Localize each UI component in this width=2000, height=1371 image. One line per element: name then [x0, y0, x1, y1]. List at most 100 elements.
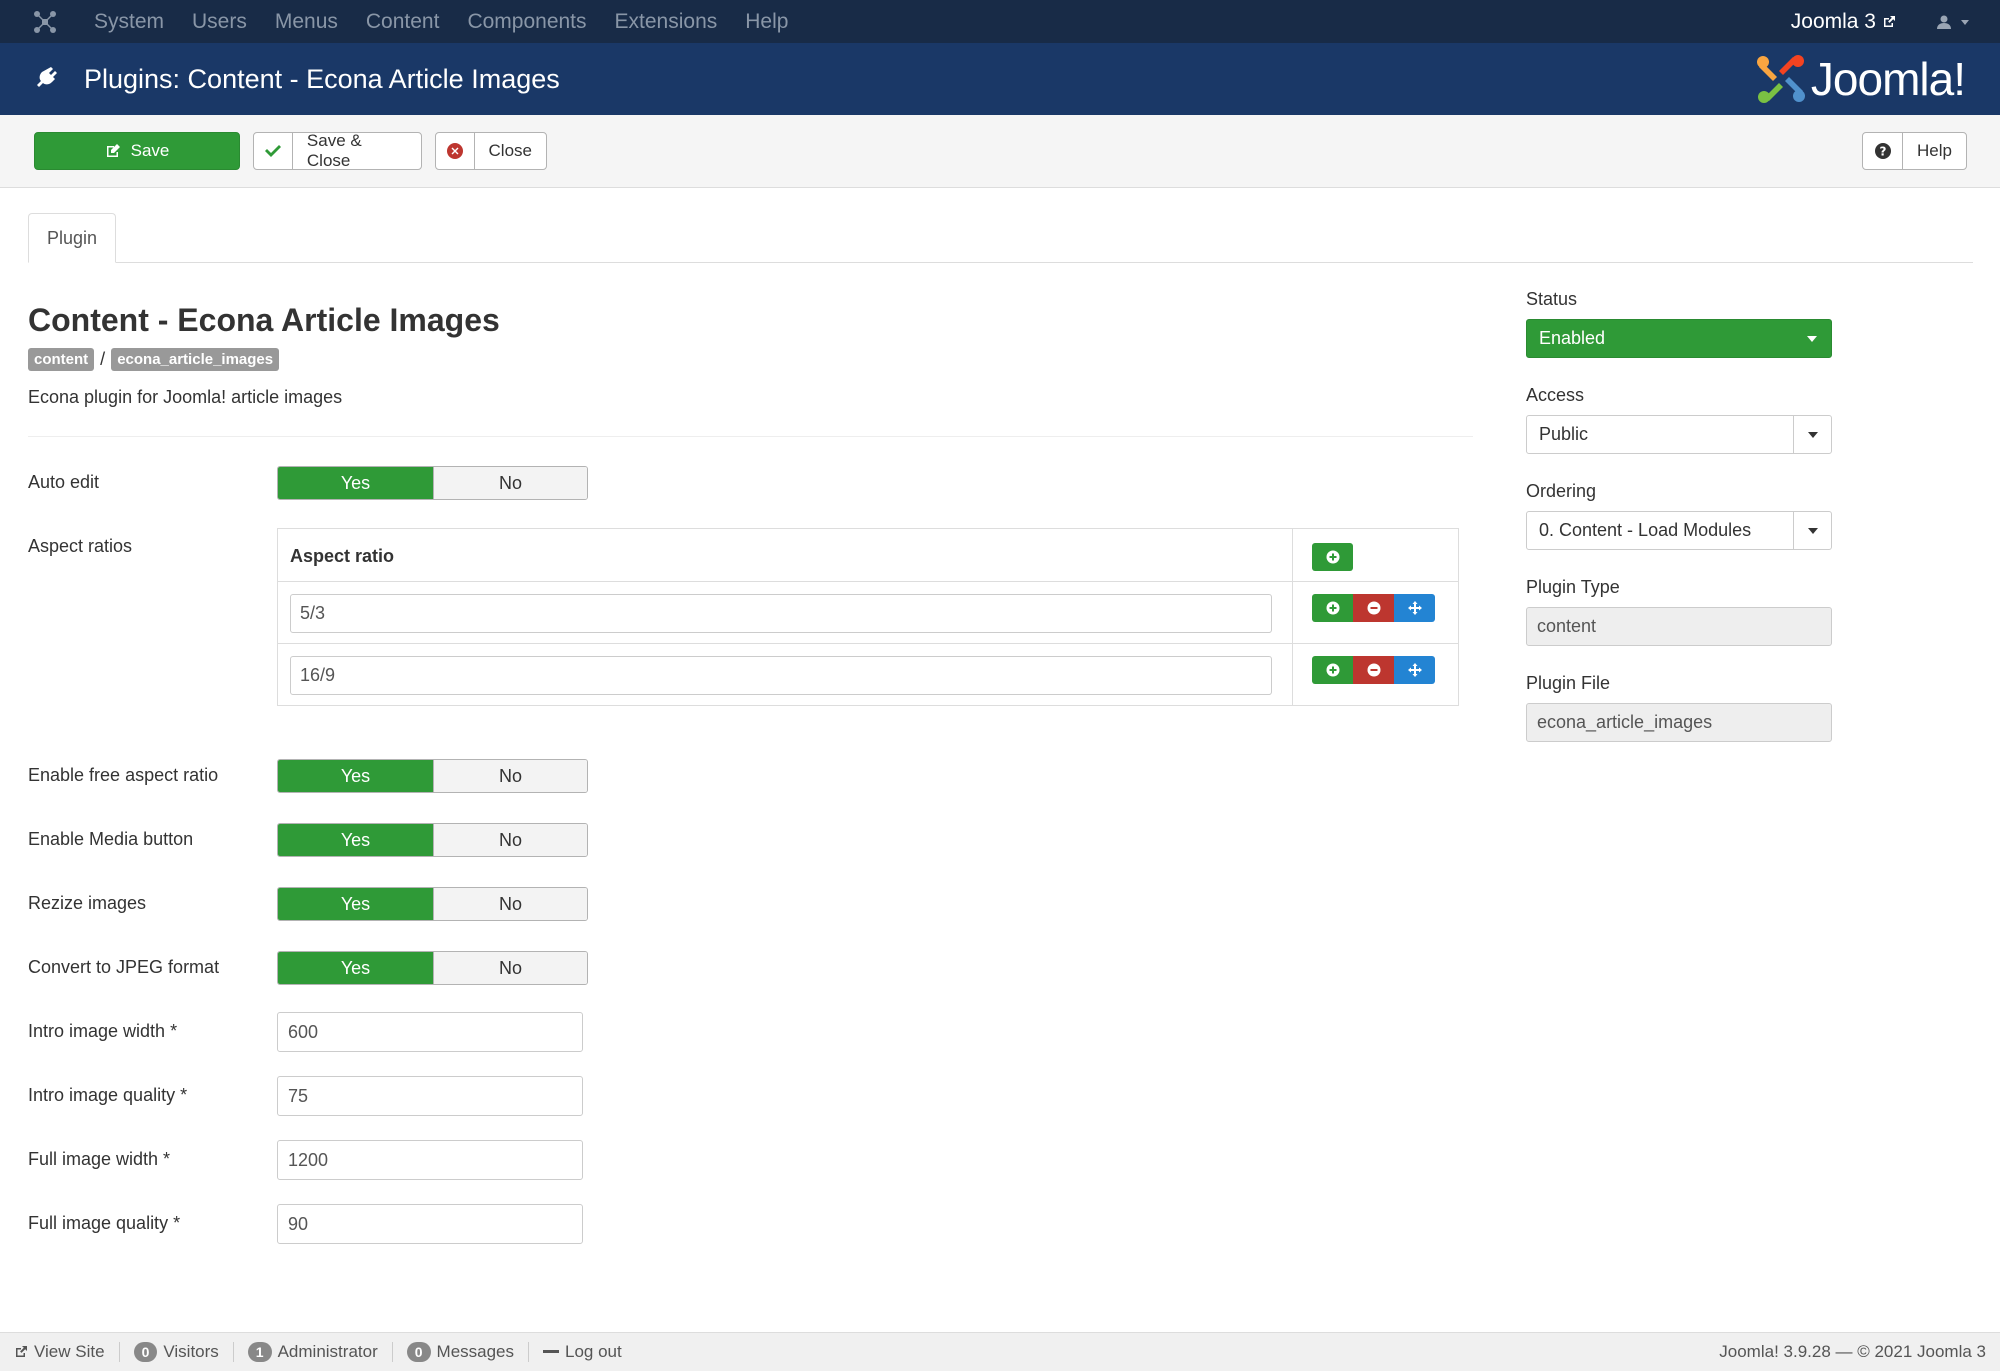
- close-circle-icon: [436, 133, 475, 169]
- resize-no[interactable]: No: [433, 888, 587, 920]
- access-value: Public: [1539, 424, 1589, 444]
- full-width-input[interactable]: 1200: [277, 1140, 583, 1180]
- menu-components[interactable]: Components: [453, 0, 600, 43]
- element-badge: econa_article_images: [111, 348, 280, 371]
- messages-link[interactable]: 0 Messages: [393, 1342, 530, 1362]
- plugin-file-label: Plugin File: [1526, 673, 1611, 693]
- add-after-button[interactable]: [1312, 656, 1353, 684]
- logout-link[interactable]: Log out: [529, 1342, 636, 1362]
- menu-menus[interactable]: Menus: [261, 0, 352, 43]
- admin-label: Administrator: [277, 1342, 378, 1361]
- save-close-button[interactable]: Save & Close: [253, 131, 422, 170]
- version-info: Joomla! 3.9.28 — © 2021 Joomla 3: [1719, 1342, 1986, 1361]
- intro-quality-label: Intro image quality *: [28, 1085, 188, 1105]
- site-link[interactable]: Joomla 3: [1791, 10, 1896, 34]
- resize-toggle: Yes No: [277, 887, 588, 921]
- intro-width-input[interactable]: 600: [277, 1012, 583, 1052]
- admin-count: 1: [247, 1342, 272, 1362]
- site-link-label: Joomla 3: [1790, 9, 1876, 33]
- auto-edit-label: Auto edit: [28, 472, 100, 492]
- status-label: Status: [1526, 289, 1578, 309]
- save-label: Save: [130, 141, 170, 160]
- help-button[interactable]: ? Help: [1862, 132, 1967, 170]
- messages-count: 0: [406, 1342, 431, 1362]
- edit-icon: [106, 144, 120, 157]
- media-button-toggle: Yes No: [277, 823, 588, 857]
- visitors-link[interactable]: 0 Visitors: [120, 1342, 234, 1362]
- plus-circle-icon: [1326, 663, 1339, 677]
- plugin-badges: content / econa_article_images: [28, 348, 280, 371]
- jpeg-no[interactable]: No: [433, 952, 587, 984]
- add-row-button[interactable]: [1312, 543, 1353, 571]
- page-title: Plugins: Content - Econa Article Images: [84, 63, 560, 94]
- intro-quality-input[interactable]: 75: [277, 1076, 583, 1116]
- menu-extensions[interactable]: Extensions: [601, 0, 732, 43]
- jpeg-yes[interactable]: Yes: [278, 952, 433, 984]
- minus-circle-icon: [1367, 601, 1380, 615]
- tab-plugin[interactable]: Plugin: [28, 213, 117, 263]
- aspect-ratio-input-1[interactable]: 5/3: [290, 594, 1272, 633]
- move-row-handle[interactable]: [1394, 656, 1435, 684]
- access-label: Access: [1526, 385, 1585, 405]
- add-after-button[interactable]: [1312, 594, 1353, 622]
- menu-content[interactable]: Content: [352, 0, 454, 43]
- plugin-description: Econa plugin for Joomla! article images: [28, 387, 343, 407]
- plus-circle-icon: [1326, 601, 1339, 615]
- close-button[interactable]: Close: [435, 132, 547, 170]
- caret-down-icon: [1793, 512, 1831, 549]
- aspect-ratio-input-2[interactable]: 16/9: [290, 656, 1272, 695]
- free-aspect-toggle: Yes No: [277, 759, 588, 793]
- table-row: 16/9: [278, 644, 1458, 706]
- plugin-type-label: Plugin Type: [1526, 577, 1620, 597]
- administrator-link[interactable]: 1 Administrator: [234, 1342, 393, 1362]
- move-icon: [1407, 601, 1422, 615]
- caret-down-icon: [1961, 19, 1969, 25]
- save-button[interactable]: Save: [34, 132, 240, 170]
- menu-system[interactable]: System: [80, 0, 178, 43]
- minus-icon: [543, 1350, 560, 1353]
- auto-edit-yes[interactable]: Yes: [278, 467, 433, 499]
- check-icon: [254, 133, 293, 169]
- media-button-yes[interactable]: Yes: [278, 824, 433, 856]
- menu-help[interactable]: Help: [731, 0, 802, 43]
- visitors-count: 0: [133, 1342, 158, 1362]
- view-site-link[interactable]: View Site: [0, 1342, 120, 1362]
- intro-width-label: Intro image width *: [28, 1021, 178, 1041]
- status-value: Enabled: [1539, 328, 1606, 348]
- svg-text:?: ?: [1879, 145, 1886, 159]
- column-divider: [1292, 582, 1293, 643]
- ordering-value: 0. Content - Load Modules: [1539, 520, 1752, 540]
- media-button-no[interactable]: No: [433, 824, 587, 856]
- plugin-type-field: content: [1526, 607, 1832, 646]
- subform-header: Aspect ratio: [278, 529, 1458, 582]
- free-aspect-yes[interactable]: Yes: [278, 760, 433, 792]
- status-bar: View Site 0 Visitors 1 Administrator 0 M…: [0, 1332, 2000, 1371]
- resize-label: Rezize images: [28, 893, 147, 913]
- plus-circle-icon: [1326, 550, 1339, 564]
- remove-row-button[interactable]: [1353, 594, 1394, 622]
- minus-circle-icon: [1367, 663, 1380, 677]
- ordering-select[interactable]: 0. Content - Load Modules: [1526, 511, 1832, 550]
- jpeg-label: Convert to JPEG format: [28, 957, 220, 977]
- tab-bar: Plugin: [28, 213, 1973, 263]
- menu-users[interactable]: Users: [178, 0, 261, 43]
- page-header: Plugins: Content - Econa Article Images …: [0, 43, 2000, 115]
- question-circle-icon: ?: [1863, 133, 1903, 169]
- access-select[interactable]: Public: [1526, 415, 1832, 454]
- resize-yes[interactable]: Yes: [278, 888, 433, 920]
- view-site-label: View Site: [34, 1342, 105, 1361]
- move-row-handle[interactable]: [1394, 594, 1435, 622]
- messages-label: Messages: [436, 1342, 515, 1361]
- plugin-file-field: econa_article_images: [1526, 703, 1832, 742]
- status-select[interactable]: Enabled: [1526, 319, 1832, 358]
- auto-edit-no[interactable]: No: [433, 467, 587, 499]
- joomla-menu-icon[interactable]: [22, 0, 68, 43]
- remove-row-button[interactable]: [1353, 656, 1394, 684]
- joomla-logo: Joomla!: [1755, 52, 1966, 106]
- free-aspect-no[interactable]: No: [433, 760, 587, 792]
- ordering-label: Ordering: [1526, 481, 1597, 501]
- full-quality-input[interactable]: 90: [277, 1204, 583, 1244]
- plug-icon: [34, 65, 62, 93]
- user-menu[interactable]: [1936, 14, 1970, 30]
- main-menu: System Users Menus Content Components Ex…: [80, 0, 802, 43]
